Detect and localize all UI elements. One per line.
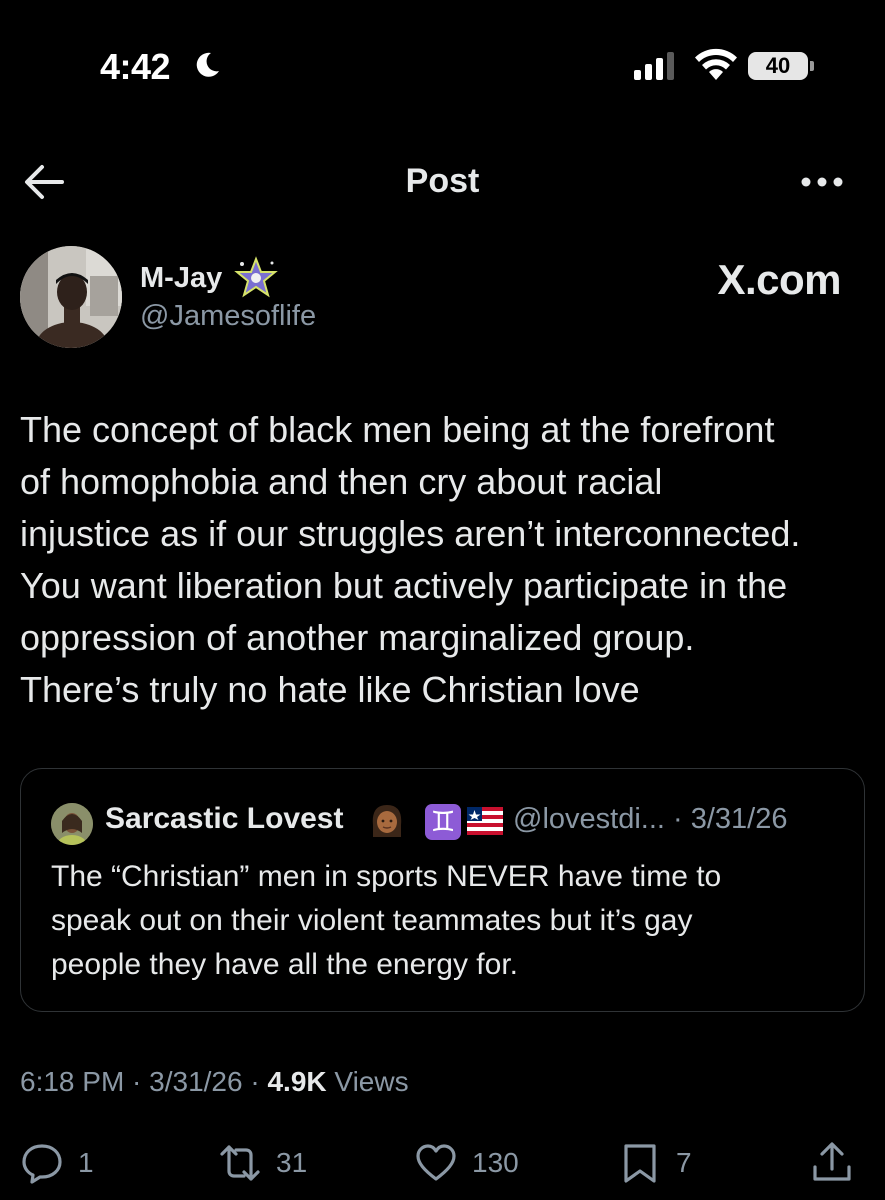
- share-icon: [813, 1142, 851, 1181]
- bookmark-icon: [624, 1144, 656, 1183]
- status-time: 4:42: [100, 46, 171, 87]
- author-display-name[interactable]: M-Jay: [140, 262, 222, 295]
- battery-level: 40: [765, 53, 791, 78]
- quote-text-line: speak out on their violent teammates but…: [51, 904, 693, 937]
- quote-text-line: people they have all the energy for.: [51, 948, 518, 981]
- post-text: The concept of black men being at the fo…: [20, 404, 870, 716]
- reply-button[interactable]: 1: [20, 1140, 94, 1186]
- post-text-line: injustice as if our struggles aren’t int…: [20, 513, 801, 554]
- quote-text-line: The “Christian” men in sports NEVER have…: [51, 860, 722, 893]
- signal-icon: [634, 52, 674, 80]
- more-icon[interactable]: [798, 172, 846, 192]
- quote-display-name[interactable]: Sarcastic Lovest: [105, 802, 343, 836]
- woman-emoji-icon: [372, 805, 402, 837]
- moon-icon: [196, 52, 219, 77]
- post-time-date: 6:18 PM · 3/31/26 ·: [20, 1066, 268, 1097]
- like-count: 130: [472, 1147, 519, 1178]
- post-text-line: There’s truly no hate like Christian lov…: [20, 669, 640, 710]
- like-button[interactable]: 130: [414, 1140, 519, 1186]
- bookmark-button[interactable]: 7: [618, 1140, 692, 1186]
- avatar[interactable]: [20, 246, 122, 348]
- repost-count: 31: [276, 1147, 308, 1178]
- quoted-post-card[interactable]: Sarcastic Lovest ♊ @lovestdi... · 3/31/2…: [20, 768, 865, 1012]
- status-bar: 4:42 40: [0, 0, 885, 110]
- quote-text: The “Christian” men in sports NEVER have…: [51, 855, 851, 987]
- post-text-line: The concept of black men being at the fo…: [20, 409, 775, 450]
- reply-count: 1: [78, 1147, 94, 1178]
- reply-icon: [22, 1144, 62, 1184]
- views-count: 4.9K: [267, 1066, 327, 1097]
- flag-emoji-icon: [467, 807, 503, 835]
- quote-handle-date[interactable]: @lovestdi... · 3/31/26: [513, 803, 787, 836]
- post-text-line: You want liberation but actively partici…: [20, 565, 788, 606]
- quote-avatar[interactable]: [51, 803, 93, 845]
- author-handle[interactable]: @Jamesoflife: [140, 300, 316, 333]
- battery-tip: [810, 61, 814, 71]
- views-label: Views: [326, 1066, 409, 1097]
- post-text-line: of homophobia and then cry about racial: [20, 461, 663, 502]
- battery-icon: 40: [748, 52, 808, 80]
- xcom-watermark: X.com: [717, 256, 841, 303]
- bookmark-count: 7: [676, 1147, 692, 1178]
- star-emoji-icon: [234, 256, 278, 298]
- gemini-emoji-icon: ♊: [425, 804, 461, 840]
- wifi-icon: [695, 48, 737, 80]
- post-meta: 6:18 PM · 3/31/26 · 4.9K Views: [20, 1066, 409, 1098]
- repost-icon: [220, 1145, 260, 1181]
- share-button[interactable]: [810, 1140, 854, 1186]
- like-icon: [416, 1144, 456, 1181]
- post-text-line: oppression of another marginalized group…: [20, 617, 695, 658]
- page-title: Post: [405, 162, 480, 200]
- repost-button[interactable]: 31: [218, 1140, 307, 1186]
